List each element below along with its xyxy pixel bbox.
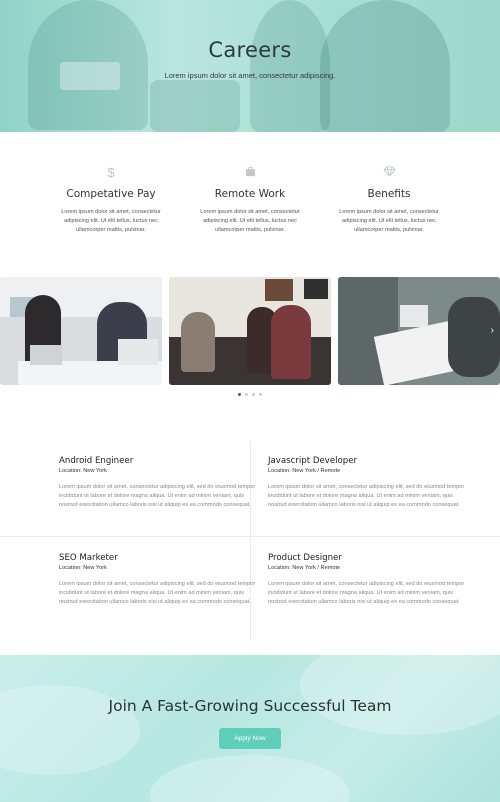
carousel-dots [0, 393, 500, 396]
feature-text: Lorem ipsum dolor sit amet, consectetur … [339, 209, 439, 233]
cta-banner: Join A Fast-Growing Successful Team Appl… [0, 655, 500, 802]
hero-subtitle: Lorem ipsum dolor sit amet, consectetur … [164, 71, 336, 80]
carousel-slide-team [169, 277, 331, 385]
job-location: Location: New York [59, 565, 107, 571]
job-card-product-designer[interactable]: Product Designer Location: New York / Re… [268, 553, 468, 606]
job-card-android-engineer[interactable]: Android Engineer Location: New York Lore… [59, 456, 259, 509]
feature-remote-work: Remote Work Lorem ipsum dolor sit amet, … [185, 165, 315, 235]
job-listings: Android Engineer Location: New York Lore… [0, 415, 500, 655]
job-title[interactable]: SEO Marketer [59, 553, 259, 563]
hero-banner: Careers Lorem ipsum dolor sit amet, cons… [0, 0, 500, 132]
feature-text: Lorem ipsum dolor sit amet, consectetur … [200, 209, 300, 233]
job-location: Location: New York / Remote [268, 565, 341, 571]
apply-now-button[interactable]: Apply Now [219, 728, 281, 749]
carousel-dot[interactable] [252, 393, 255, 396]
job-location: Location: New York [59, 468, 107, 474]
feature-title: Remote Work [214, 188, 286, 200]
feature-competitive-pay: $ Competative Pay Lorem ipsum dolor sit … [46, 165, 176, 235]
diamond-icon [324, 165, 454, 181]
job-title[interactable]: Product Designer [268, 553, 468, 563]
chevron-right-icon[interactable]: › [491, 325, 494, 336]
page-title: Careers [208, 38, 292, 62]
job-location: Location: New York / Remote [268, 468, 341, 474]
dollar-icon: $ [107, 165, 115, 180]
photo-carousel[interactable]: › [0, 277, 500, 417]
job-title[interactable]: Android Engineer [59, 456, 259, 466]
job-description: Lorem ipsum dolor sit amet, consectetur … [59, 484, 256, 508]
feature-text: Lorem ipsum dolor sit amet, consectetur … [61, 209, 161, 233]
divider-horizontal [0, 536, 500, 537]
carousel-dot[interactable] [238, 393, 241, 396]
carousel-slide-workshop: › [338, 277, 500, 385]
carousel-slide-office [0, 277, 162, 385]
feature-title: Benefits [367, 188, 411, 200]
briefcase-icon [185, 165, 315, 181]
job-card-seo-marketer[interactable]: SEO Marketer Location: New York Lorem ip… [59, 553, 259, 606]
carousel-dot[interactable] [245, 393, 248, 396]
carousel-dot[interactable] [259, 393, 262, 396]
cta-title: Join A Fast-Growing Successful Team [108, 697, 392, 715]
job-description: Lorem ipsum dolor sit amet, consectetur … [59, 581, 256, 605]
job-description: Lorem ipsum dolor sit amet, consectetur … [268, 484, 465, 508]
job-title[interactable]: Javascript Developer [268, 456, 468, 466]
feature-benefits: Benefits Lorem ipsum dolor sit amet, con… [324, 165, 454, 235]
features-section: $ Competative Pay Lorem ipsum dolor sit … [0, 132, 500, 277]
job-card-javascript-developer[interactable]: Javascript Developer Location: New York … [268, 456, 468, 509]
feature-title: Competative Pay [66, 188, 156, 200]
job-description: Lorem ipsum dolor sit amet, consectetur … [268, 581, 465, 605]
hero-photo [0, 0, 500, 132]
